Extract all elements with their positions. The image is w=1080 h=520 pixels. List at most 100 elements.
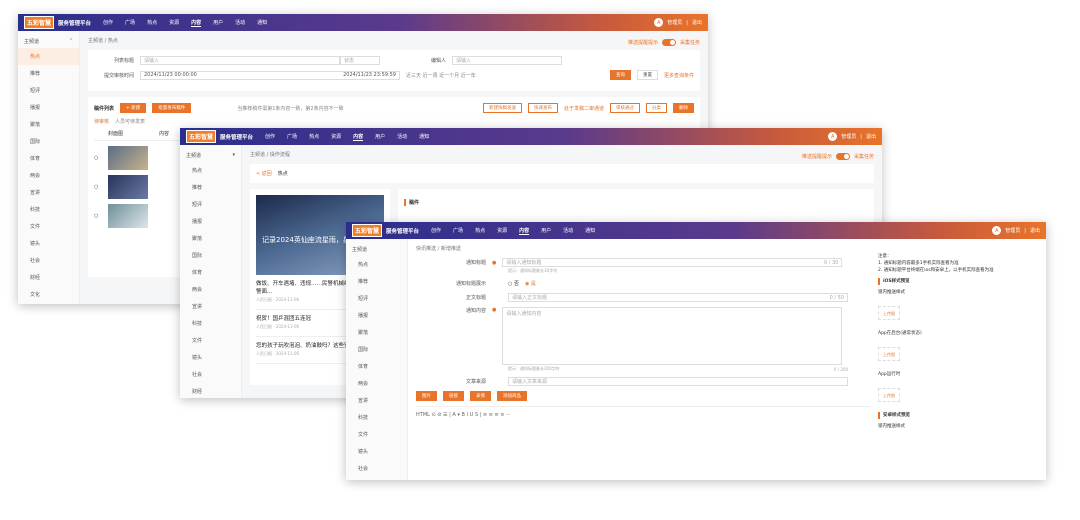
logout-link[interactable]: 退出: [866, 133, 876, 140]
sidebar-item[interactable]: 文件: [180, 332, 241, 349]
approve-button[interactable]: 审核通过: [610, 103, 640, 113]
sidebar-item[interactable]: 文件: [18, 218, 79, 235]
sidebar-item[interactable]: 播报: [180, 213, 241, 230]
nav-item[interactable]: 热点: [475, 227, 485, 235]
sidebar-item[interactable]: 播报: [18, 99, 79, 116]
sidebar-item[interactable]: 国际: [180, 247, 241, 264]
quick-time[interactable]: 近三天 近一周 近一个月 近一年: [406, 72, 476, 79]
sidebar-item[interactable]: 镜头: [18, 235, 79, 252]
nav-item[interactable]: 创作: [265, 133, 275, 141]
sidebar-item[interactable]: 镜头: [180, 349, 241, 366]
sidebar-item[interactable]: 播报: [346, 307, 407, 324]
logout-link[interactable]: 退出: [1030, 227, 1040, 234]
sidebar-item[interactable]: 推荐: [18, 65, 79, 82]
insert-image-button[interactable]: 图片: [416, 391, 437, 401]
nav-item[interactable]: 资源: [331, 133, 341, 141]
sidebar-item[interactable]: 镜头: [346, 443, 407, 460]
sidebar-item[interactable]: 热点: [180, 162, 241, 179]
add-button[interactable]: + 新建: [120, 103, 147, 113]
push-toggle[interactable]: [835, 153, 850, 160]
nav-item[interactable]: 创作: [103, 19, 113, 27]
title-filter-input[interactable]: 请输入: [140, 56, 340, 65]
sidebar-item[interactable]: 社会: [18, 252, 79, 269]
sidebar-item[interactable]: 宣讲: [180, 298, 241, 315]
more-filter-link[interactable]: 更多查询条件: [664, 72, 694, 79]
tab-pending[interactable]: 待审核: [94, 118, 109, 125]
nav-item[interactable]: 资源: [169, 19, 179, 27]
sidebar-item[interactable]: 热点: [346, 256, 407, 273]
sidebar-item[interactable]: 社会: [346, 460, 407, 477]
status-select[interactable]: 状态: [340, 56, 380, 65]
sidebar-item[interactable]: 宣讲: [18, 184, 79, 201]
sidebar-item[interactable]: 聚落: [18, 116, 79, 133]
nav-item[interactable]: 活动: [397, 133, 407, 141]
sidebar-item[interactable]: 财经: [346, 477, 407, 480]
user-menu[interactable]: A 管理员 | 退出: [992, 226, 1040, 235]
reset-button[interactable]: 重置: [636, 70, 658, 80]
nav-item[interactable]: 通知: [419, 133, 429, 141]
sidebar-item[interactable]: 社会: [180, 366, 241, 383]
category-button[interactable]: 分类: [646, 103, 667, 113]
sidebar-item[interactable]: 财经: [18, 269, 79, 286]
sidebar-item[interactable]: 财经: [180, 383, 241, 398]
upload-box[interactable]: 上传图: [878, 306, 900, 320]
nav-item[interactable]: 热点: [147, 19, 157, 27]
quick-send-button[interactable]: 新建快稿发送: [482, 103, 522, 113]
upload-box[interactable]: 上传图: [878, 388, 900, 402]
back-link[interactable]: < 返回: [256, 170, 272, 177]
nav-item[interactable]: 热点: [309, 133, 319, 141]
sidebar-head[interactable]: 主频道: [346, 243, 407, 256]
batch-button[interactable]: 批量发布稿件: [152, 103, 192, 113]
collect-link[interactable]: 采集任务: [854, 153, 874, 160]
sidebar-item[interactable]: 推荐: [180, 179, 241, 196]
upload-box[interactable]: 上传图: [878, 347, 900, 361]
add-product-button[interactable]: 添加商品: [497, 391, 527, 401]
nav-item[interactable]: 广场: [453, 227, 463, 235]
insert-emoji-button[interactable]: 表情: [470, 391, 491, 401]
nav-item-active[interactable]: 内容: [191, 19, 202, 27]
user-menu[interactable]: A 管理员 | 退出: [828, 132, 876, 141]
sidebar-item[interactable]: 短评: [18, 82, 79, 99]
sidebar-item[interactable]: 宣讲: [346, 392, 407, 409]
sidebar-item[interactable]: 短评: [346, 290, 407, 307]
sidebar-item[interactable]: 文件: [346, 426, 407, 443]
sidebar-item[interactable]: 推荐: [346, 273, 407, 290]
sidebar-item[interactable]: 两会: [18, 167, 79, 184]
time-range-input[interactable]: 2024/11/23 00:00:00 2024/11/23 23:59:59: [140, 70, 400, 80]
nav-item-active[interactable]: 内容: [353, 133, 364, 141]
sidebar-item[interactable]: 体育: [180, 264, 241, 281]
body-title-input[interactable]: 请输入正文标题 0 / 50: [508, 293, 848, 302]
sidebar-item[interactable]: 两会: [180, 281, 241, 298]
sidebar-item[interactable]: 热点: [18, 48, 79, 65]
nav-item[interactable]: 活动: [235, 19, 245, 27]
sidebar-item[interactable]: 两会: [346, 375, 407, 392]
sidebar-item[interactable]: 科技: [18, 201, 79, 218]
nav-item[interactable]: 广场: [287, 133, 297, 141]
sidebar-item[interactable]: 教育: [18, 303, 79, 304]
editor-toolbar[interactable]: HTML ⊙ ⊘ ☰ | A ▾ B I U S | ≡ ≡ ≡ ≡ ···: [416, 406, 870, 418]
editor-input[interactable]: 请输入: [452, 56, 562, 65]
second-review-link[interactable]: 处于发稿二审通道: [564, 105, 604, 112]
nav-item[interactable]: 资源: [497, 227, 507, 235]
sidebar-item[interactable]: 国际: [18, 133, 79, 150]
nav-item[interactable]: 用户: [375, 133, 385, 141]
sidebar-item[interactable]: 科技: [180, 315, 241, 332]
nav-item[interactable]: 用户: [541, 227, 551, 235]
radio-no[interactable]: ○ 否: [508, 280, 519, 287]
radio-yes[interactable]: ◉ 是: [525, 280, 536, 287]
nav-item[interactable]: 广场: [125, 19, 135, 27]
quick-publish-button[interactable]: 快速发布: [527, 103, 558, 113]
logout-link[interactable]: 退出: [692, 19, 702, 26]
nav-item[interactable]: 活动: [563, 227, 573, 235]
sidebar-head[interactable]: 主频道 ▾: [180, 149, 241, 162]
sidebar-item[interactable]: 国际: [346, 341, 407, 358]
sidebar-item[interactable]: 聚落: [346, 324, 407, 341]
delete-button[interactable]: 删除: [673, 103, 694, 113]
collect-link[interactable]: 采集任务: [680, 39, 700, 46]
sidebar-head[interactable]: 主频道 ⌃: [18, 35, 79, 48]
nav-item[interactable]: 通知: [257, 19, 267, 27]
sidebar-item[interactable]: 聚落: [180, 230, 241, 247]
nav-item-active[interactable]: 内容: [519, 227, 530, 235]
notice-title-input[interactable]: 请输入通知标题 0 / 30: [502, 258, 843, 267]
search-button[interactable]: 查询: [609, 70, 631, 80]
